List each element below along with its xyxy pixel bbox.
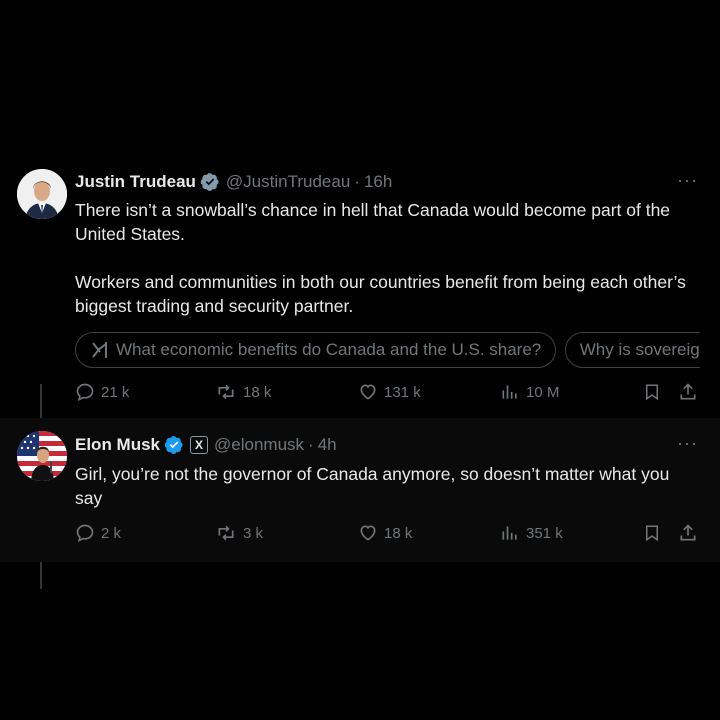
share-button[interactable] — [678, 523, 698, 543]
reply-button[interactable]: 21 k — [75, 382, 129, 402]
views-count: 10 M — [526, 383, 560, 401]
bookmark-button[interactable] — [643, 382, 661, 402]
reply-button[interactable]: 2 k — [75, 523, 121, 543]
more-options-icon[interactable]: ··· — [677, 433, 698, 454]
tweet-paragraph: Workers and communities in both our coun… — [75, 272, 686, 316]
repost-icon — [218, 384, 234, 400]
separator-dot: · — [354, 172, 360, 191]
repost-button[interactable]: 3 k — [215, 523, 263, 543]
tweet-text: Girl, you’re not the governor of Canada … — [75, 462, 690, 510]
author-handle[interactable]: @elonmusk — [214, 435, 304, 455]
repost-count: 3 k — [243, 524, 264, 542]
tweet-trudeau[interactable]: Justin Trudeau @JustinTrudeau · 16h ··· … — [0, 160, 720, 589]
grok-icon — [90, 340, 110, 360]
grok-suggestion-chip[interactable]: Why is sovereignty important? — [564, 332, 700, 368]
author-name[interactable]: Elon Musk — [75, 435, 160, 455]
views-button[interactable]: 10 M — [500, 382, 559, 402]
tweet-text: There isn’t a snowball’s chance in hell … — [75, 198, 690, 318]
author-handle[interactable]: @JustinTrudeau — [226, 172, 350, 192]
verified-badge-icon — [200, 172, 220, 192]
share-icon — [680, 524, 696, 541]
author-name[interactable]: Justin Trudeau — [75, 172, 196, 192]
reply-icon — [76, 383, 94, 402]
suggestion-text: What economic benefits do Canada and the… — [116, 340, 542, 359]
tweet-musk[interactable]: Elon Musk X @elonmusk · 4h ··· Girl, you… — [0, 418, 720, 562]
tweet-paragraph: There isn’t a snowball’s chance in hell … — [75, 200, 671, 244]
like-button[interactable]: 18 k — [358, 523, 412, 543]
reply-count: 2 k — [101, 524, 122, 542]
repost-icon — [218, 525, 234, 541]
tweet-header: Justin Trudeau @JustinTrudeau · 16h — [75, 172, 392, 192]
grok-suggestion-chip[interactable]: What economic benefits do Canada and the… — [75, 332, 557, 368]
timestamp[interactable]: 4h — [318, 435, 337, 455]
bookmark-button[interactable] — [643, 523, 661, 543]
affiliate-x-badge-icon: X — [190, 436, 209, 454]
views-count: 351 k — [526, 524, 563, 542]
views-button[interactable]: 351 k — [500, 523, 563, 543]
tweet-paragraph: Girl, you’re not the governor of Canada … — [75, 464, 670, 508]
like-count: 131 k — [384, 383, 421, 401]
views-icon — [502, 526, 517, 540]
avatar-musk[interactable] — [17, 431, 67, 481]
views-icon — [502, 385, 517, 399]
tweet-actions: 21 k 18 k 131 k 10 M — [75, 382, 700, 412]
reply-icon — [76, 524, 94, 543]
share-button[interactable] — [678, 382, 698, 402]
verified-badge-icon — [164, 435, 184, 455]
bookmark-icon — [646, 525, 658, 542]
timestamp[interactable]: 16h — [364, 172, 392, 192]
repost-button[interactable]: 18 k — [215, 382, 271, 402]
tweet-actions: 2 k 3 k 18 k 351 k — [75, 523, 700, 553]
tweet-header: Elon Musk X @elonmusk · 4h — [75, 435, 337, 455]
share-icon — [680, 383, 696, 400]
like-count: 18 k — [384, 524, 413, 542]
like-icon — [360, 384, 376, 400]
grok-suggestions: What economic benefits do Canada and the… — [75, 332, 700, 368]
separator-dot: · — [308, 435, 314, 454]
like-icon — [360, 525, 376, 541]
avatar-trudeau[interactable] — [17, 169, 67, 219]
reply-count: 21 k — [101, 383, 130, 401]
more-options-icon[interactable]: ··· — [677, 170, 698, 191]
bookmark-icon — [646, 384, 658, 401]
suggestion-text: Why is sovereignty important? — [579, 340, 700, 359]
repost-count: 18 k — [243, 383, 272, 401]
like-button[interactable]: 131 k — [358, 382, 421, 402]
